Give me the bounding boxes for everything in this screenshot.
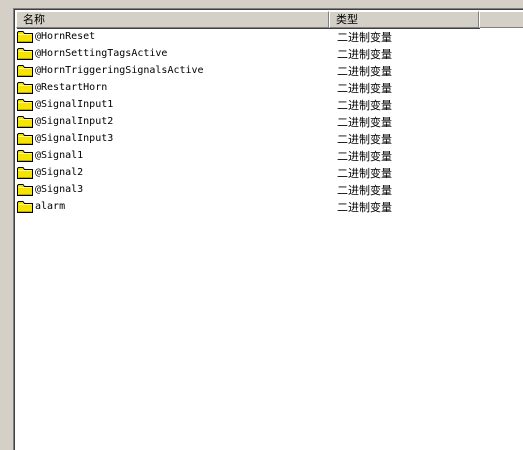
- name-cell: @Signal3: [17, 183, 333, 196]
- folder-icon: [17, 30, 33, 43]
- folder-icon: [17, 132, 33, 145]
- item-name: @SignalInput3: [35, 133, 114, 144]
- variable-list-view[interactable]: 名称 类型 @HornReset 二进制变量 @HornSettingTagsAct…: [13, 8, 523, 450]
- item-type: 二进制变量: [337, 64, 392, 78]
- column-header-name[interactable]: 名称: [16, 11, 329, 28]
- item-name: @RestartHorn: [35, 82, 108, 93]
- list-item[interactable]: alarm 二进制变量: [17, 198, 523, 215]
- item-type: 二进制变量: [337, 183, 392, 197]
- item-type: 二进制变量: [337, 98, 392, 112]
- name-cell: @RestartHorn: [17, 81, 333, 94]
- folder-icon: [17, 200, 33, 213]
- item-type: 二进制变量: [337, 115, 392, 129]
- list-item[interactable]: @RestartHorn 二进制变量: [17, 79, 523, 96]
- item-type: 二进制变量: [337, 166, 392, 180]
- item-type: 二进制变量: [337, 81, 392, 95]
- item-type: 二进制变量: [337, 200, 392, 214]
- list-header: 名称 类型: [16, 11, 523, 28]
- item-name: @HornTriggeringSignalsActive: [35, 65, 204, 76]
- item-name: @HornSettingTagsActive: [35, 48, 168, 59]
- list-rows: @HornReset 二进制变量 @HornSettingTagsActive 二进制…: [17, 28, 523, 215]
- list-item[interactable]: @Signal3 二进制变量: [17, 181, 523, 198]
- folder-icon: [17, 183, 33, 196]
- list-item[interactable]: @SignalInput3 二进制变量: [17, 130, 523, 147]
- item-name: @Signal2: [35, 167, 84, 178]
- item-name: @SignalInput2: [35, 116, 114, 127]
- name-cell: @HornTriggeringSignalsActive: [17, 64, 333, 77]
- list-item[interactable]: @HornReset 二进制变量: [17, 28, 523, 45]
- name-cell: @Signal1: [17, 149, 333, 162]
- folder-icon: [17, 115, 33, 128]
- name-cell: @HornSettingTagsActive: [17, 47, 333, 60]
- list-item[interactable]: @HornSettingTagsActive 二进制变量: [17, 45, 523, 62]
- list-item[interactable]: @Signal1 二进制变量: [17, 147, 523, 164]
- folder-icon: [17, 81, 33, 94]
- name-cell: @SignalInput1: [17, 98, 333, 111]
- item-name: alarm: [35, 201, 66, 212]
- item-name: @HornReset: [35, 31, 96, 42]
- name-cell: alarm: [17, 200, 333, 213]
- folder-icon: [17, 64, 33, 77]
- item-name: @Signal3: [35, 184, 84, 195]
- folder-icon: [17, 149, 33, 162]
- name-cell: @SignalInput3: [17, 132, 333, 145]
- column-header-type[interactable]: 类型: [329, 11, 479, 28]
- item-type: 二进制变量: [337, 132, 392, 146]
- folder-icon: [17, 47, 33, 60]
- list-item[interactable]: @Signal2 二进制变量: [17, 164, 523, 181]
- list-item[interactable]: @SignalInput2 二进制变量: [17, 113, 523, 130]
- item-name: @SignalInput1: [35, 99, 114, 110]
- list-item[interactable]: @SignalInput1 二进制变量: [17, 96, 523, 113]
- item-name: @Signal1: [35, 150, 84, 161]
- name-cell: @SignalInput2: [17, 115, 333, 128]
- folder-icon: [17, 166, 33, 179]
- name-cell: @HornReset: [17, 30, 333, 43]
- item-type: 二进制变量: [337, 149, 392, 163]
- name-cell: @Signal2: [17, 166, 333, 179]
- folder-icon: [17, 98, 33, 111]
- column-header-filler: [479, 11, 523, 28]
- item-type: 二进制变量: [337, 47, 392, 61]
- list-item[interactable]: @HornTriggeringSignalsActive 二进制变量: [17, 62, 523, 79]
- item-type: 二进制变量: [337, 30, 392, 44]
